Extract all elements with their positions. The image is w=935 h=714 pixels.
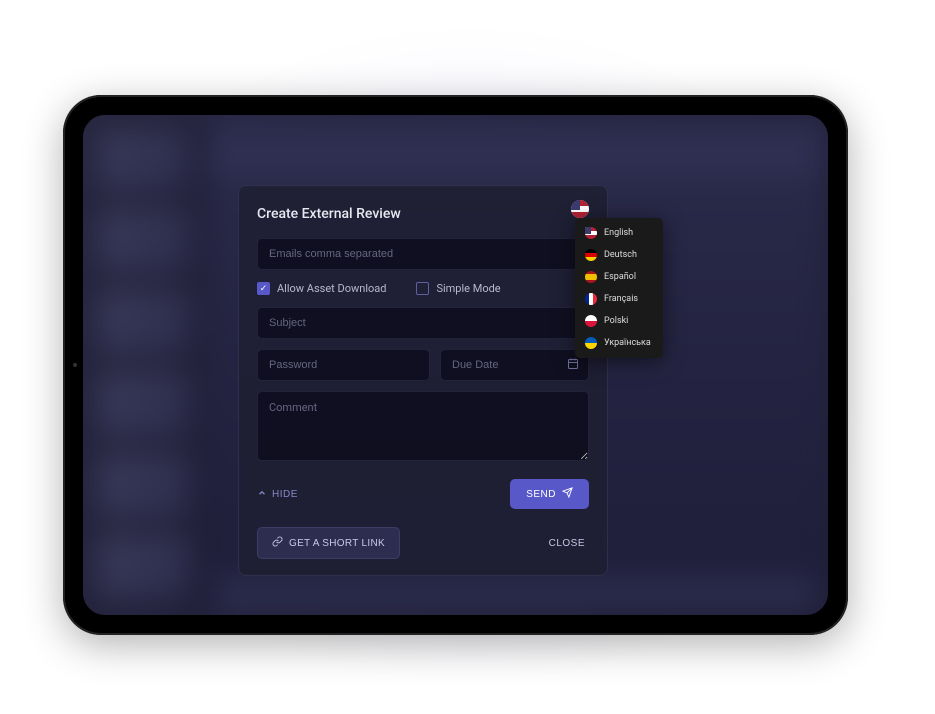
link-icon — [272, 536, 283, 550]
lang-option-espanol[interactable]: Español — [575, 266, 663, 288]
us-flag-icon — [571, 200, 589, 218]
send-icon — [562, 487, 573, 501]
options-row: ✓ Allow Asset Download Simple Mode — [257, 280, 589, 297]
send-label: SEND — [526, 489, 556, 500]
create-external-review-modal: Create External Review ✓ Allow Asset Dow… — [238, 185, 608, 576]
calendar-icon — [567, 358, 579, 373]
tablet-frame: Create External Review ✓ Allow Asset Dow… — [63, 95, 848, 635]
language-selector-button[interactable] — [571, 200, 589, 218]
emails-input[interactable] — [257, 238, 589, 270]
lang-option-polski[interactable]: Polski — [575, 310, 663, 332]
lang-option-francais[interactable]: Français — [575, 288, 663, 310]
lang-label: Deutsch — [604, 250, 637, 260]
lang-label: Français — [604, 294, 638, 304]
chevron-up-icon — [257, 488, 267, 501]
close-button[interactable]: CLOSE — [545, 530, 589, 557]
send-button[interactable]: SEND — [510, 479, 589, 509]
pl-flag-icon — [585, 315, 597, 327]
language-dropdown: English Deutsch Español Français Polski … — [575, 218, 663, 358]
lang-option-english[interactable]: English — [575, 222, 663, 244]
checkbox-unchecked-icon — [416, 282, 429, 295]
password-input[interactable] — [257, 349, 430, 381]
allow-download-label: Allow Asset Download — [277, 282, 386, 295]
es-flag-icon — [585, 271, 597, 283]
lang-label: Polski — [604, 316, 628, 326]
lang-label: English — [604, 228, 633, 238]
subject-input[interactable] — [257, 307, 589, 339]
camera-dot — [73, 363, 77, 367]
lang-option-deutsch[interactable]: Deutsch — [575, 244, 663, 266]
lang-option-ukrainian[interactable]: Українська — [575, 332, 663, 354]
allow-download-checkbox[interactable]: ✓ Allow Asset Download — [257, 282, 386, 295]
hide-label: HIDE — [272, 489, 298, 500]
comment-textarea[interactable] — [257, 391, 589, 461]
fr-flag-icon — [585, 293, 597, 305]
hide-button[interactable]: HIDE — [257, 488, 298, 501]
modal-title: Create External Review — [257, 206, 589, 222]
checkbox-checked-icon: ✓ — [257, 282, 270, 295]
lang-label: Українська — [604, 338, 651, 348]
us-flag-icon — [585, 227, 597, 239]
de-flag-icon — [585, 249, 597, 261]
lang-label: Español — [604, 272, 636, 282]
simple-mode-label: Simple Mode — [436, 282, 500, 295]
ua-flag-icon — [585, 337, 597, 349]
get-short-link-button[interactable]: GET A SHORT LINK — [257, 527, 400, 559]
simple-mode-checkbox[interactable]: Simple Mode — [416, 282, 500, 295]
short-link-label: GET A SHORT LINK — [289, 538, 385, 549]
tablet-screen: Create External Review ✓ Allow Asset Dow… — [83, 115, 828, 615]
